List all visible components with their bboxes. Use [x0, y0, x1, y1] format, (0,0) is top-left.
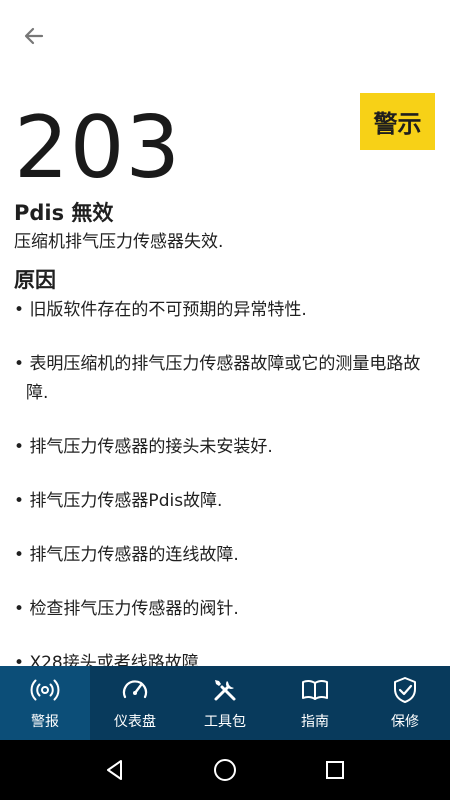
system-recents-button[interactable]	[315, 750, 355, 790]
alarm-code: 203	[14, 98, 182, 198]
cause-heading: 原因	[14, 268, 56, 292]
system-home-button[interactable]	[205, 750, 245, 790]
tab-label: 仪表盘	[114, 714, 156, 730]
tools-icon	[214, 680, 236, 701]
tab-dashboard[interactable]: 仪表盘	[90, 666, 180, 740]
cause-item: 检查排气压力传感器的阀针.	[14, 595, 436, 624]
cause-item: 排气压力传感器Pdis故障.	[14, 487, 436, 516]
gauge-icon	[122, 680, 148, 699]
triangle-back-icon	[107, 760, 122, 780]
broadcast-icon	[30, 679, 60, 701]
cause-item: 表明压缩机的排气压力传感器故障或它的测量电路故障.	[14, 350, 436, 408]
tab-guide[interactable]: 指南	[270, 666, 360, 740]
back-button[interactable]	[16, 18, 52, 54]
tab-label: 指南	[301, 714, 329, 730]
alarm-details[interactable]: Pdis 無效 压缩机排气压力传感器失效. 原因 旧版软件存在的不可预期的异常特…	[14, 196, 436, 666]
tab-toolkit[interactable]: 工具包	[180, 666, 270, 740]
bottom-tab-bar: 警报 仪表盘 工具包 指南 保修	[0, 666, 450, 740]
fault-description: 压缩机排气压力传感器失效.	[14, 232, 224, 252]
square-recents-icon	[326, 761, 344, 779]
circle-home-icon	[214, 759, 236, 781]
warning-badge: 警示	[360, 93, 435, 150]
cause-item: 旧版软件存在的不可预期的异常特性.	[14, 296, 436, 325]
system-back-button[interactable]	[95, 750, 135, 790]
tab-warranty[interactable]: 保修	[360, 666, 450, 740]
cause-item: 排气压力传感器的接头未安装好.	[14, 433, 436, 462]
tab-label: 工具包	[204, 714, 246, 730]
shield-check-icon	[394, 677, 416, 703]
cause-item: 排气压力传感器的连线故障.	[14, 541, 436, 570]
cause-list: 旧版软件存在的不可预期的异常特性. 表明压缩机的排气压力传感器故障或它的测量电路…	[14, 296, 436, 666]
screen: 警示 203 Pdis 無效 压缩机排气压力传感器失效. 原因 旧版软件存在的不…	[0, 0, 450, 800]
cause-item: X28接头或者线路故障	[14, 649, 436, 666]
arrow-left-icon	[24, 27, 44, 45]
tab-label: 警报	[31, 714, 59, 730]
system-nav-bar	[0, 740, 450, 800]
fault-title: Pdis 無效	[14, 201, 114, 225]
tab-label: 保修	[391, 714, 419, 730]
tab-alarms[interactable]: 警报	[0, 666, 90, 740]
book-icon	[302, 679, 328, 700]
